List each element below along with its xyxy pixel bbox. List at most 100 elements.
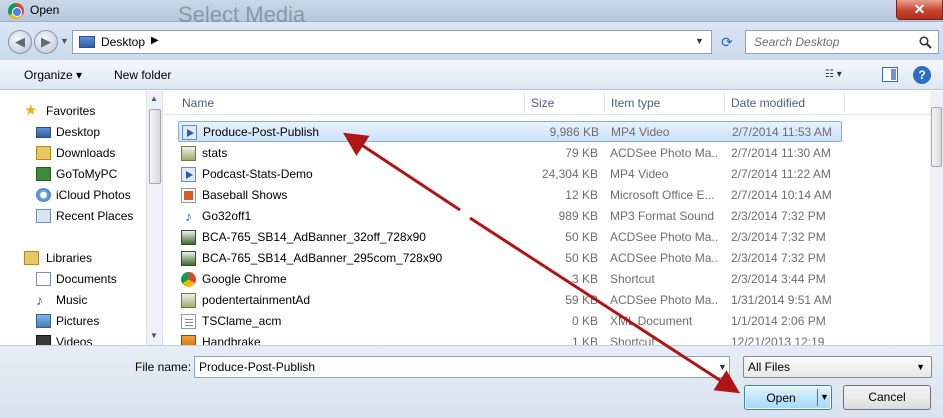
search-input[interactable] bbox=[754, 35, 914, 49]
file-size: 50 KB bbox=[565, 230, 598, 244]
column-divider[interactable] bbox=[724, 93, 725, 113]
scroll-up-icon[interactable]: ▲ bbox=[150, 94, 158, 103]
nav-item-music[interactable]: ♪ Music bbox=[0, 290, 145, 310]
address-path[interactable]: Desktop bbox=[101, 35, 145, 49]
nav-libraries[interactable]: Libraries bbox=[0, 248, 145, 268]
file-name-combobox[interactable] bbox=[194, 356, 730, 378]
nav-scrollbar[interactable]: ▲ ▼ bbox=[146, 91, 162, 345]
file-type-filter[interactable]: All Files ▼ bbox=[743, 356, 932, 378]
file-size: 0 KB bbox=[571, 314, 598, 328]
open-options-dropdown-icon[interactable]: ▼ bbox=[820, 392, 829, 402]
new-folder-button[interactable]: New folder bbox=[114, 68, 171, 82]
preview-pane-button[interactable] bbox=[882, 67, 898, 82]
cancel-button[interactable]: Cancel bbox=[843, 385, 931, 410]
title-bar: Open Select Media ✕ bbox=[0, 0, 943, 27]
address-dropdown-icon[interactable]: ▼ bbox=[695, 36, 704, 46]
nav-item-gotomypc[interactable]: GoToMyPC bbox=[0, 164, 145, 184]
file-row[interactable]: stats 79 KB ACDSee Photo Ma... 2/7/2014 … bbox=[178, 143, 842, 164]
file-type: ACDSee Photo Ma... bbox=[610, 230, 718, 244]
file-date: 2/7/2014 10:14 AM bbox=[731, 188, 832, 202]
scroll-down-icon[interactable]: ▼ bbox=[150, 331, 158, 340]
chevron-down-icon: ▼ bbox=[916, 362, 925, 372]
close-icon: ✕ bbox=[913, 1, 926, 17]
search-box[interactable] bbox=[745, 30, 939, 54]
file-row[interactable]: Handbrake 1 KB Shortcut 12/21/2013 12:19 bbox=[178, 332, 842, 345]
file-date: 2/3/2014 7:32 PM bbox=[731, 209, 826, 223]
dialog-footer: File name: ▼ All Files ▼ Open ▼ Cancel bbox=[0, 345, 943, 418]
xml-document-icon bbox=[181, 314, 196, 329]
file-date: 2/3/2014 3:44 PM bbox=[731, 272, 826, 286]
refresh-button[interactable]: ⟳ bbox=[716, 32, 738, 52]
open-button[interactable]: Open ▼ bbox=[744, 385, 832, 410]
jpg-image-icon bbox=[181, 293, 196, 308]
nav-item-pictures[interactable]: Pictures bbox=[0, 311, 145, 331]
file-type: MP4 Video bbox=[610, 167, 669, 181]
file-type: Shortcut bbox=[610, 272, 655, 286]
file-name: stats bbox=[202, 146, 228, 160]
nav-item-videos[interactable]: Videos bbox=[0, 332, 145, 345]
file-name: TSClame_acm bbox=[202, 314, 282, 328]
file-row[interactable]: Podcast-Stats-Demo 24,304 KB MP4 Video 2… bbox=[178, 164, 842, 185]
breadcrumb-chevron-icon[interactable]: ▶ bbox=[151, 35, 159, 46]
window-title: Open bbox=[30, 3, 60, 17]
column-header-date[interactable]: Date modified bbox=[731, 96, 805, 110]
file-type: ACDSee Photo Ma... bbox=[610, 293, 718, 307]
file-row[interactable]: Produce-Post-Publish 9,986 KB MP4 Video … bbox=[178, 121, 842, 142]
videos-icon bbox=[36, 335, 51, 345]
file-name: Baseball Shows bbox=[202, 188, 288, 202]
back-arrow-icon: ◀ bbox=[15, 34, 25, 49]
close-button[interactable]: ✕ bbox=[896, 0, 943, 20]
file-name: podentertainmentAd bbox=[202, 293, 311, 307]
file-row[interactable]: BCA-765_SB14_AdBanner_32off_728x90 50 KB… bbox=[178, 227, 842, 248]
nav-item-documents[interactable]: Documents bbox=[0, 269, 145, 289]
recent-locations-dropdown[interactable]: ▼ bbox=[60, 36, 69, 46]
column-header-type[interactable]: Item type bbox=[611, 96, 660, 110]
file-name-input[interactable] bbox=[199, 360, 699, 374]
nav-item-icloud-photos[interactable]: iCloud Photos bbox=[0, 185, 145, 205]
nav-item-label: Documents bbox=[56, 272, 117, 286]
change-view-button[interactable]: ☷ ▾ bbox=[825, 69, 842, 80]
help-icon[interactable]: ? bbox=[913, 66, 931, 84]
file-type: MP3 Format Sound bbox=[610, 209, 715, 223]
file-size: 24,304 KB bbox=[541, 167, 598, 181]
file-row[interactable]: Baseball Shows 12 KB Microsoft Office E.… bbox=[178, 185, 842, 206]
nav-group-label: Libraries bbox=[46, 251, 93, 265]
file-type-filter-value: All Files bbox=[748, 360, 791, 374]
forward-button[interactable]: ▶ bbox=[34, 30, 58, 54]
nav-item-label: Desktop bbox=[56, 125, 101, 139]
back-button[interactable]: ◀ bbox=[8, 30, 32, 54]
nav-favorites[interactable]: ★ Favorites bbox=[0, 101, 145, 121]
column-header-size[interactable]: Size bbox=[531, 96, 554, 110]
address-bar[interactable]: Desktop ▶ ▼ bbox=[72, 30, 712, 54]
nav-item-downloads[interactable]: Downloads bbox=[0, 143, 145, 163]
column-header-name[interactable]: Name bbox=[182, 96, 214, 110]
documents-icon bbox=[36, 272, 51, 286]
column-divider[interactable] bbox=[604, 93, 605, 113]
nav-group-label: Favorites bbox=[46, 104, 96, 118]
file-list-scrollbar-thumb[interactable] bbox=[931, 107, 942, 167]
star-icon: ★ bbox=[24, 102, 38, 119]
chrome-icon bbox=[8, 3, 24, 19]
file-row[interactable]: podentertainmentAd 59 KB ACDSee Photo Ma… bbox=[178, 290, 842, 311]
file-name-dropdown-icon[interactable]: ▼ bbox=[718, 362, 727, 372]
nav-item-label: Videos bbox=[56, 335, 93, 345]
nav-item-label: Downloads bbox=[56, 146, 116, 160]
file-list-scrollbar[interactable] bbox=[930, 91, 943, 345]
recent-places-icon bbox=[36, 209, 51, 223]
column-divider[interactable] bbox=[844, 93, 845, 113]
file-row[interactable]: TSClame_acm 0 KB XML Document 1/1/2014 2… bbox=[178, 311, 842, 332]
gif-image-icon bbox=[181, 251, 196, 266]
nav-item-desktop[interactable]: Desktop bbox=[0, 122, 145, 142]
file-row[interactable]: Google Chrome 3 KB Shortcut 2/3/2014 3:4… bbox=[178, 269, 842, 290]
downloads-icon bbox=[36, 146, 51, 160]
file-name-label: File name: bbox=[135, 360, 192, 374]
nav-item-recent-places[interactable]: Recent Places bbox=[0, 206, 145, 226]
file-date: 1/1/2014 2:06 PM bbox=[731, 314, 826, 328]
organize-button[interactable]: Organize ▾ bbox=[24, 68, 82, 82]
file-row[interactable]: ♪ Go32off1 989 KB MP3 Format Sound 2/3/2… bbox=[178, 206, 842, 227]
file-row[interactable]: BCA-765_SB14_AdBanner_295com_728x90 50 K… bbox=[178, 248, 842, 269]
column-divider[interactable] bbox=[524, 93, 525, 113]
file-type: ACDSee Photo Ma... bbox=[610, 146, 718, 160]
nav-scrollbar-thumb[interactable] bbox=[149, 109, 161, 184]
file-name: Podcast-Stats-Demo bbox=[202, 167, 313, 181]
